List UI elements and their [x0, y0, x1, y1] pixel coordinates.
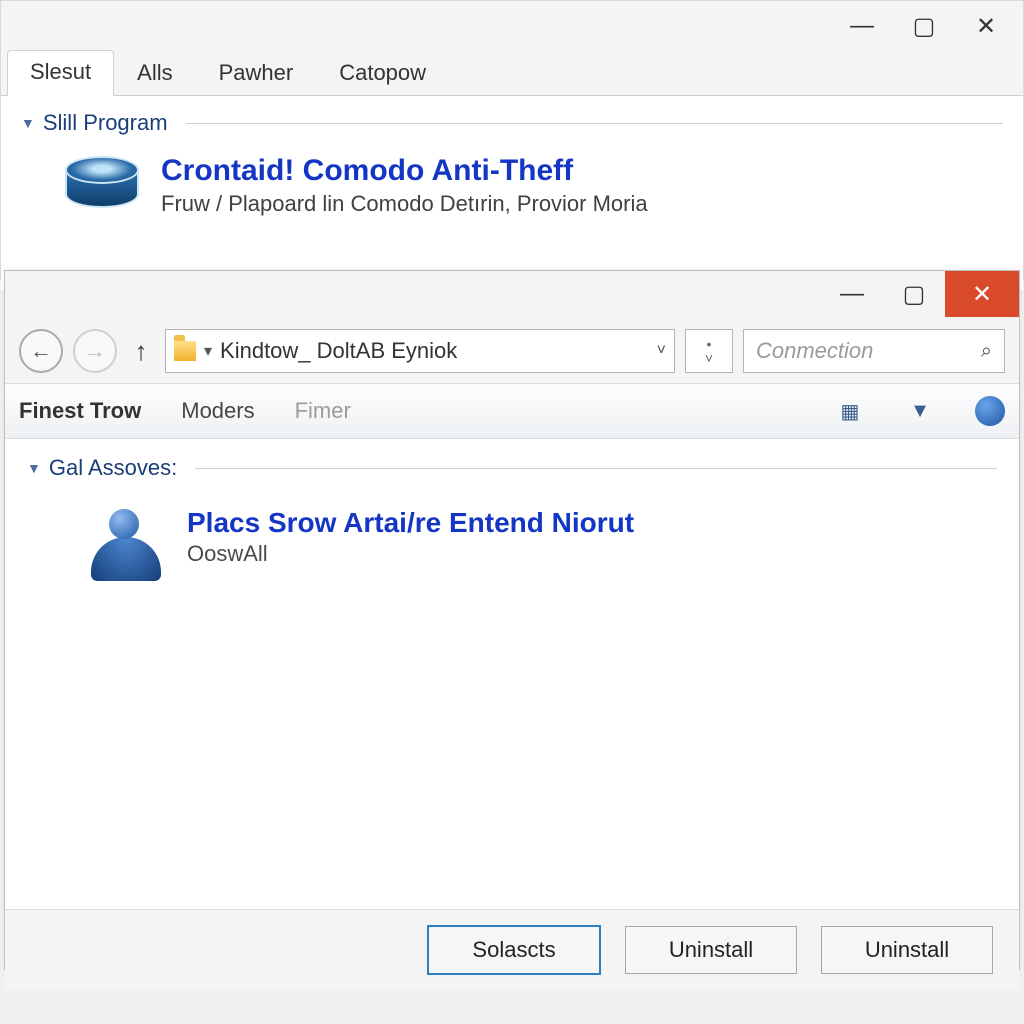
program-text: Crontaid! Comodo Anti-Theff Fruw / Plapo…: [161, 154, 648, 217]
toolbar-item-moders[interactable]: Moders: [181, 398, 254, 424]
background-window: — ▢ ✕ Slesut Alls Pawher Catopow ▼ Slill…: [0, 0, 1024, 280]
program-title: Crontaid! Comodo Anti-Theff: [161, 154, 648, 187]
user-avatar-icon[interactable]: [975, 396, 1005, 426]
search-placeholder: Conmection: [756, 338, 873, 364]
navigation-row: ← → ↑ ▾ Kindtow_ DoltAB Eyniok ˅ • ˅ Con…: [5, 323, 1019, 383]
tab-catopow[interactable]: Catopow: [316, 51, 449, 96]
forward-button[interactable]: →: [73, 329, 117, 373]
footer-buttons: Solascts Uninstall Uninstall: [5, 909, 1019, 990]
tab-slesut[interactable]: Slesut: [7, 50, 114, 96]
view-options-icon[interactable]: ▦: [835, 396, 865, 426]
section-header-programs[interactable]: ▼ Slill Program: [21, 110, 1003, 136]
collapse-triangle-icon: ▼: [21, 115, 35, 131]
chevron-down-icon: ▾: [204, 341, 212, 361]
close-button[interactable]: ✕: [945, 271, 1019, 317]
section-label: Slill Program: [43, 110, 168, 136]
tab-strip: Slesut Alls Pawher Catopow: [1, 51, 1023, 96]
person-icon: [87, 507, 165, 585]
tab-pawher[interactable]: Pawher: [196, 51, 317, 96]
section-label: Gal Assoves:: [49, 455, 177, 481]
entry-title: Placs Srow Artai/re Entend Niorut: [187, 507, 634, 539]
window1-content: ▼ Slill Program Crontaid! Comodo Anti-Th…: [1, 96, 1023, 290]
back-button[interactable]: ←: [19, 329, 63, 373]
window2-titlebar: — ▢ ✕: [5, 271, 1019, 323]
search-icon: ⌕: [981, 340, 992, 363]
entry-subtitle: OoswAll: [187, 541, 634, 567]
refresh-button[interactable]: • ˅: [685, 329, 733, 373]
section-header-gal[interactable]: ▼ Gal Assoves:: [27, 455, 997, 481]
address-dropdown-icon[interactable]: ˅: [657, 342, 666, 360]
chevron-down-icon: ˅: [705, 351, 713, 365]
uninstall-button-1[interactable]: Uninstall: [625, 926, 797, 974]
section-rule: [195, 468, 997, 469]
section-rule: [186, 123, 1003, 124]
tab-alls[interactable]: Alls: [114, 51, 195, 96]
address-text: Kindtow_ DoltAB Eyniok: [220, 338, 457, 364]
explorer-window: — ▢ ✕ ← → ↑ ▾ Kindtow_ DoltAB Eyniok ˅ •…: [4, 270, 1020, 970]
collapse-triangle-icon: ▼: [27, 460, 41, 476]
up-button[interactable]: ↑: [127, 331, 155, 371]
minimize-button[interactable]: —: [821, 271, 883, 317]
maximize-button[interactable]: ▢: [883, 271, 945, 317]
address-bar[interactable]: ▾ Kindtow_ DoltAB Eyniok ˅: [165, 329, 675, 373]
arrow-left-icon: ←: [30, 338, 52, 364]
close-button[interactable]: ✕: [955, 6, 1017, 46]
arrow-right-icon: →: [84, 338, 106, 364]
toolbar-item-fimer[interactable]: Fimer: [295, 398, 351, 424]
toolbar-item-finest[interactable]: Finest Trow: [19, 398, 141, 424]
folder-icon: [174, 341, 196, 361]
list-item[interactable]: Placs Srow Artai/re Entend Niorut OoswAl…: [87, 507, 997, 585]
maximize-button[interactable]: ▢: [893, 6, 955, 46]
solascts-button[interactable]: Solascts: [427, 925, 601, 975]
uninstall-button-2[interactable]: Uninstall: [821, 926, 993, 974]
search-input[interactable]: Conmection ⌕: [743, 329, 1005, 373]
explorer-toolbar: Finest Trow Moders Fimer ▦ ▼: [5, 383, 1019, 439]
explorer-content: ▼ Gal Assoves: Placs Srow Artai/re Enten…: [5, 439, 1019, 909]
program-item[interactable]: Crontaid! Comodo Anti-Theff Fruw / Plapo…: [61, 154, 1003, 218]
arrow-up-icon: ↑: [135, 336, 148, 367]
program-subtitle: Fruw / Plapoard lin Comodo Detırin, Prov…: [161, 191, 648, 217]
entry-text: Placs Srow Artai/re Entend Niorut OoswAl…: [187, 507, 634, 567]
dropdown-icon[interactable]: ▼: [905, 396, 935, 426]
minimize-button[interactable]: —: [831, 6, 893, 46]
window1-titlebar: — ▢ ✕: [1, 1, 1023, 51]
dot-icon: •: [707, 337, 712, 351]
disc-icon: [61, 154, 139, 218]
